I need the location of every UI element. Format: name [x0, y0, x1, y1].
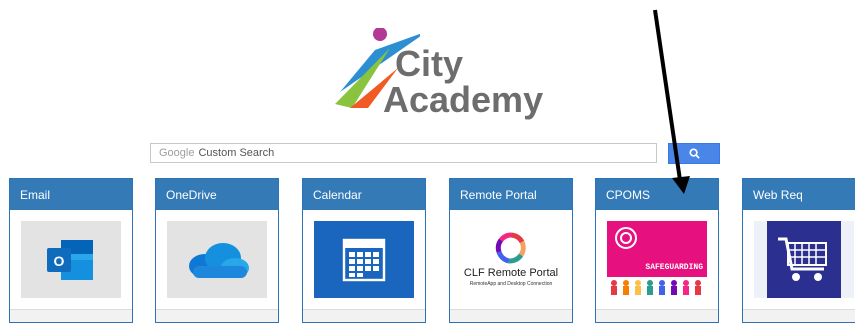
card-web-req[interactable]: Web Req [742, 178, 855, 323]
card-title: Remote Portal [450, 179, 572, 210]
search-icon [688, 148, 700, 159]
card-title: Email [10, 179, 132, 210]
card-footer [450, 309, 572, 322]
logo-academy-text: Academy [383, 79, 544, 120]
outlook-icon: O [21, 221, 121, 298]
card-email[interactable]: Email O [9, 178, 133, 323]
card-remote-portal[interactable]: Remote Portal CLF Remote Portal RemoteAp… [449, 178, 573, 323]
remote-portal-logo-title: CLF Remote Portal [463, 267, 559, 279]
card-title: Web Req [743, 179, 855, 210]
people-row-icon [611, 280, 701, 295]
clf-logo-icon [495, 232, 526, 264]
logo-city-text: City [395, 43, 464, 84]
clf-remote-portal-logo: CLF Remote Portal RemoteApp and Desktop … [461, 221, 561, 298]
onedrive-cloud-icon [167, 221, 267, 298]
card-footer [10, 309, 132, 322]
search-input[interactable]: Google Custom Search [150, 143, 657, 163]
card-footer [303, 309, 425, 322]
search-button[interactable] [668, 143, 720, 164]
card-title: Calendar [303, 179, 425, 210]
svg-text:O: O [54, 253, 65, 269]
card-cpoms[interactable]: CPOMS SAFEGUARDING [595, 178, 719, 323]
safeguarding-icon: SAFEGUARDING [607, 221, 707, 298]
safeguarding-label: SAFEGUARDING [645, 263, 703, 272]
card-footer [596, 309, 718, 322]
shopping-cart-icon [754, 221, 854, 298]
card-onedrive[interactable]: OneDrive [155, 178, 279, 323]
city-academy-logo: City Academy [330, 28, 544, 120]
card-calendar[interactable]: Calendar [302, 178, 426, 323]
card-footer [156, 309, 278, 322]
card-title: CPOMS [596, 179, 718, 210]
search-placeholder: Custom Search [198, 147, 275, 159]
calendar-icon [314, 221, 414, 298]
card-title: OneDrive [156, 179, 278, 210]
card-footer [743, 309, 855, 322]
google-brand-label: Google [159, 147, 195, 159]
remote-portal-logo-subtitle: RemoteApp and Desktop Connection [469, 281, 553, 287]
